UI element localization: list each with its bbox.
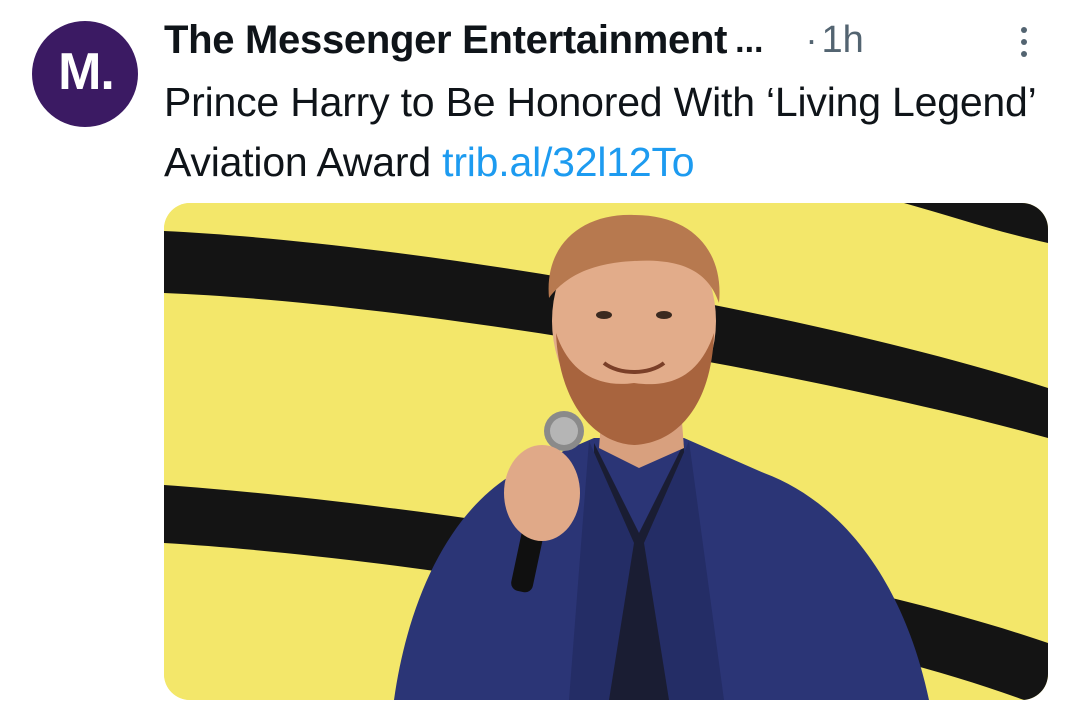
more-vertical-icon: [1021, 27, 1027, 57]
tweet-card[interactable]: M. The Messenger Entertainment ... · 1h …: [0, 0, 1080, 720]
tweet-timestamp[interactable]: 1h: [822, 19, 864, 62]
author-avatar[interactable]: M.: [32, 21, 138, 127]
tweet-header: The Messenger Entertainment ... · 1h: [164, 10, 1044, 70]
tweet-text: Prince Harry to Be Honored With ‘Living …: [164, 72, 1044, 192]
tweet-link[interactable]: trib.al/32l12To: [442, 139, 694, 185]
author-name-ellipsis: ...: [735, 21, 764, 60]
tweet-media-photo[interactable]: [164, 203, 1048, 700]
avatar-initials: M.: [58, 43, 115, 101]
photo-of-man-speaking-at-microphone: [164, 203, 1048, 700]
more-options-button[interactable]: [1010, 22, 1038, 62]
time-separator: ·: [805, 19, 818, 60]
author-name[interactable]: The Messenger Entertainment: [164, 18, 727, 63]
